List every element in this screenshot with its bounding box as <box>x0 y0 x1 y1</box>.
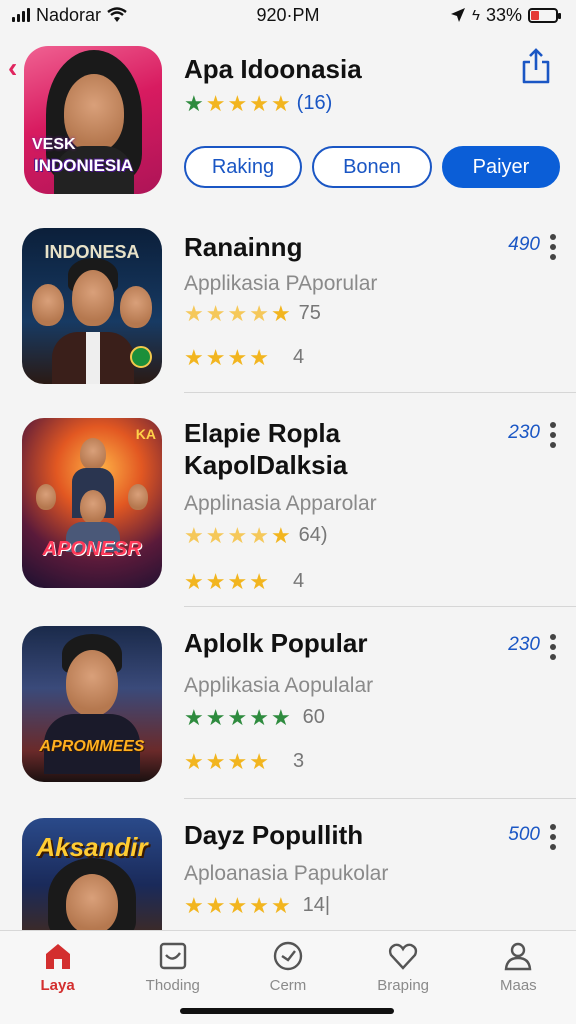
tab-label: Thoding <box>145 977 200 994</box>
featured-icon-text-top: VESK <box>32 136 76 153</box>
featured-app-icon[interactable]: VESK INDONIESIA <box>24 46 162 194</box>
more-options-icon[interactable] <box>550 634 556 660</box>
home-indicator[interactable] <box>180 1008 394 1014</box>
more-options-icon[interactable] <box>550 234 556 260</box>
pill-player[interactable]: Paiyer <box>442 146 560 188</box>
status-bar: Nadorar 920·PM ϟ 33% <box>0 0 576 30</box>
rating-value: 60 <box>302 706 325 728</box>
app-icon-text: APROMMEES <box>39 738 145 755</box>
status-left: Nadorar <box>12 5 127 26</box>
app-icon-text: APONESR <box>42 538 142 560</box>
list-item[interactable]: Aksandir Dayz Popullith Aploanasia Papuk… <box>0 818 576 930</box>
app-header: ‹ VESK INDONIESIA Apa Idoonasia ★ ★ ★ ★ … <box>0 44 576 204</box>
list-item[interactable]: APROMMEES Aplolk Popular Applikasia Aopu… <box>0 626 576 802</box>
app-title: Dayz Popullith <box>184 820 364 850</box>
app-icon[interactable]: KA APONESR <box>22 418 162 588</box>
app-subtitle: Applinasia Apparolar <box>184 492 377 515</box>
app-subtitle: Applikasia PAporular <box>184 272 378 295</box>
charging-icon: ϟ <box>472 6 480 24</box>
app-rating-secondary: ★ ★ ★ ★ 4 <box>184 568 305 594</box>
status-right: ϟ 33% <box>450 4 561 26</box>
tab-label: Maas <box>500 977 537 994</box>
back-chevron-icon[interactable]: ‹ <box>8 52 17 84</box>
pill-bonen[interactable]: Bonen <box>312 146 432 188</box>
app-icon[interactable]: APROMMEES <box>22 626 162 782</box>
divider <box>184 798 576 799</box>
rating-value: 4 <box>292 570 305 592</box>
download-count: 230 <box>508 634 540 655</box>
app-rating-primary: ★ ★ ★ ★ ★ 60 <box>184 704 325 730</box>
tab-label: Cerm <box>269 977 307 994</box>
app-rating-secondary: ★ ★ ★ ★ 3 <box>184 748 305 774</box>
page-title: Apa Idoonasia <box>184 54 362 84</box>
signal-icon <box>12 8 30 22</box>
app-subtitle: Applikasia Aopulalar <box>184 674 374 697</box>
app-rating-primary: ★ ★ ★ ★ ★ 64) <box>184 522 328 548</box>
app-title: Ranainng <box>184 232 303 262</box>
heart-icon <box>389 943 418 970</box>
rating-value: 75 <box>298 302 321 324</box>
rating-count: (16) <box>296 92 333 114</box>
app-icon[interactable]: INDONESA <box>22 228 162 384</box>
image-icon <box>159 942 186 970</box>
divider <box>184 392 576 393</box>
download-count: 490 <box>508 234 540 255</box>
star-icon: ★ <box>205 90 226 116</box>
tab-maas[interactable]: Maas <box>468 939 568 1024</box>
star-icon: ★ <box>270 90 291 116</box>
rating-value: 3 <box>292 750 305 772</box>
rating-value: 14| <box>302 894 331 916</box>
more-options-icon[interactable] <box>550 422 556 448</box>
star-icon: ★ <box>184 90 204 116</box>
share-icon[interactable] <box>520 48 552 84</box>
list-item[interactable]: KA APONESR Elapie Ropla KapolDalksia App… <box>0 412 576 608</box>
person-icon <box>505 942 532 971</box>
battery-percent: 33% <box>485 4 522 25</box>
tab-label: Braping <box>377 977 429 994</box>
download-count: 500 <box>508 824 540 845</box>
compass-icon <box>273 941 303 971</box>
battery-icon <box>528 7 561 23</box>
app-title: Aplolk Popular <box>184 628 368 658</box>
tab-laya[interactable]: Laya <box>8 939 108 1024</box>
app-rating-primary: ★ ★ ★ ★ ★ 75 <box>184 300 321 326</box>
header-rating: ★ ★ ★ ★ ★ (16) <box>184 92 332 115</box>
location-arrow-icon <box>451 8 466 22</box>
star-icon: ★ <box>227 90 248 116</box>
featured-icon-text-bottom: INDONIESIA <box>34 156 134 175</box>
rating-value: 64) <box>298 524 328 546</box>
app-rating-secondary: ★ ★ ★ ★ 4 <box>184 344 305 370</box>
more-options-icon[interactable] <box>550 824 556 850</box>
home-icon <box>45 944 70 969</box>
wifi-icon <box>107 7 127 22</box>
battery-level <box>531 10 539 20</box>
app-rating-primary: ★ ★ ★ ★ ★ 14| <box>184 892 331 918</box>
app-title-line2: KapolDalksia <box>184 450 348 480</box>
segment-pills: Raking Bonen Paiyer <box>184 146 560 188</box>
app-subtitle: Aploanasia Papukolar <box>184 862 389 885</box>
download-count: 230 <box>508 422 540 443</box>
star-icon: ★ <box>249 90 269 116</box>
divider <box>184 606 576 607</box>
rating-value: 4 <box>292 346 305 368</box>
app-icon[interactable]: Aksandir <box>22 818 162 930</box>
carrier-name: Nadorar <box>36 4 102 25</box>
tab-label: Laya <box>40 977 75 994</box>
pill-ranking[interactable]: Raking <box>184 146 302 188</box>
list-item[interactable]: INDONESA Ranainng Applikasia PAporular ★… <box>0 222 576 394</box>
app-title: Elapie Ropla <box>184 418 341 448</box>
